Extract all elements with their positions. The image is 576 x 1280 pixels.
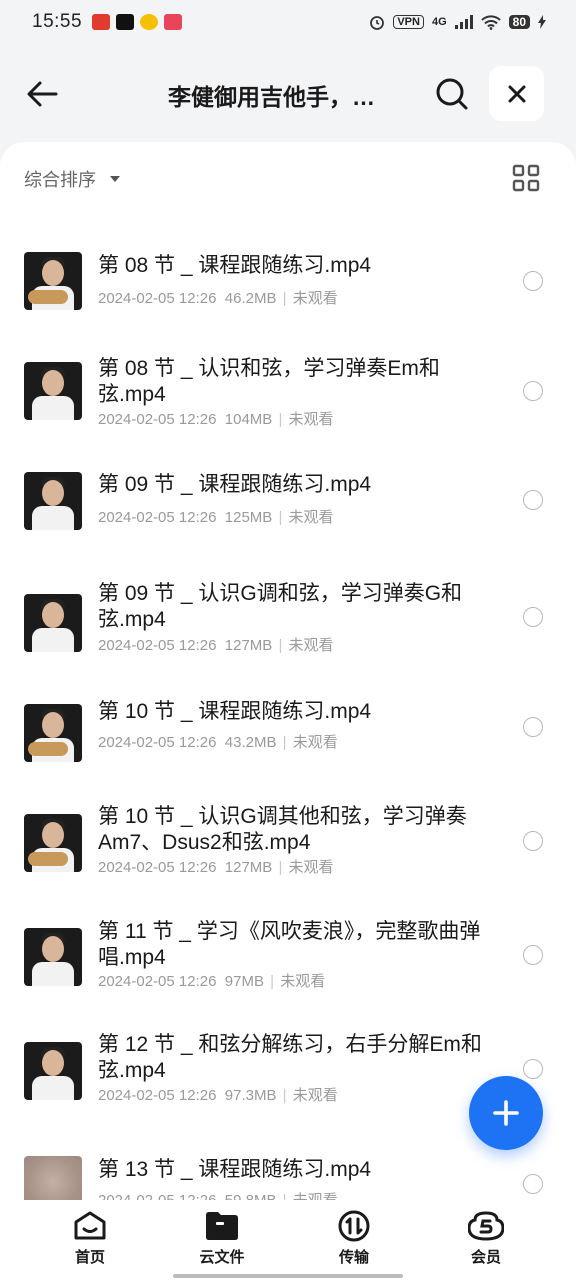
list-item[interactable]: 第 08 节 _ 课程跟随练习.mp4 2024-02-05 12:26 46.…	[0, 236, 576, 350]
grid-view-icon	[512, 164, 540, 192]
select-radio[interactable]	[523, 271, 543, 291]
sort-label: 综合排序	[24, 170, 96, 190]
search-icon	[436, 78, 468, 110]
select-radio[interactable]	[523, 1059, 543, 1079]
arrow-left-icon	[27, 81, 58, 107]
status-bar: 15:55 VPN 4G 80	[0, 0, 576, 44]
home-indicator	[173, 1274, 403, 1278]
signal-icon	[454, 15, 473, 29]
file-meta: 2024-02-05 12:26 127MB | 未观看	[98, 637, 334, 654]
nav-vip-label: 会员	[470, 1249, 501, 1266]
charging-icon	[538, 15, 546, 29]
nav-vip[interactable]: 会员	[446, 1210, 526, 1267]
file-name: 第 10 节 _ 课程跟随练习.mp4	[98, 700, 372, 723]
back-button[interactable]	[22, 74, 62, 114]
header: 李健御用吉他手，…	[0, 60, 576, 126]
nav-cloud-files-label: 云文件	[199, 1249, 245, 1266]
file-name: 第 13 节 _ 课程跟随练习.mp4	[98, 1158, 372, 1181]
list-item[interactable]: 第 09 节 _ 认识G调和弦，学习弹奏G和弦.mp4 2024-02-05 1…	[0, 578, 576, 692]
video-thumbnail	[24, 1042, 82, 1100]
app-notification-icon	[164, 14, 183, 30]
select-radio[interactable]	[523, 717, 543, 737]
alarm-icon	[370, 16, 385, 30]
nav-transfer-label: 传输	[338, 1249, 369, 1266]
battery-level: 80	[508, 15, 530, 29]
video-thumbnail	[24, 594, 82, 652]
network-type: 4G	[431, 16, 447, 28]
file-name: 第 11 节 _ 学习《风吹麦浪》，完整歌曲弹唱.mp4	[98, 920, 481, 969]
nav-transfer[interactable]: 传输	[314, 1210, 394, 1267]
folder-icon	[206, 1212, 238, 1240]
add-button[interactable]	[469, 1076, 543, 1150]
list-item[interactable]: 第 11 节 _ 学习《风吹麦浪》，完整歌曲弹唱.mp4 2024-02-05 …	[0, 920, 576, 1034]
file-meta: 2024-02-05 12:26 127MB | 未观看	[98, 859, 334, 876]
transfer-icon	[338, 1210, 370, 1242]
file-meta: 2024-02-05 12:26 97.3MB | 未观看	[98, 1087, 338, 1104]
video-thumbnail	[24, 814, 82, 872]
video-thumbnail	[24, 472, 82, 530]
select-radio[interactable]	[523, 490, 543, 510]
video-thumbnail	[24, 362, 82, 420]
select-radio[interactable]	[523, 1174, 543, 1194]
grid-view-button[interactable]	[512, 164, 540, 192]
file-meta: 2024-02-05 12:26 104MB | 未观看	[98, 411, 334, 428]
list-item[interactable]: 第 09 节 _ 课程跟随练习.mp4 2024-02-05 12:26 125…	[0, 464, 576, 578]
wifi-icon	[480, 14, 501, 30]
file-name: 第 09 节 _ 认识G调和弦，学习弹奏G和弦.mp4	[98, 582, 463, 631]
file-meta: 2024-02-05 12:26 43.2MB | 未观看	[98, 734, 338, 751]
file-meta: 2024-02-05 12:26 97MB | 未观看	[98, 973, 326, 990]
select-radio[interactable]	[523, 831, 543, 851]
nav-cloud-files[interactable]: 云文件	[182, 1210, 262, 1267]
close-button[interactable]	[489, 66, 544, 121]
plus-icon	[493, 1100, 519, 1126]
toutiao-app-icon	[92, 14, 111, 30]
file-name: 第 08 节 _ 认识和弦，学习弹奏Em和弦.mp4	[98, 357, 440, 406]
list-item[interactable]: 第 10 节 _ 认识G调其他和弦，学习弹奏Am7、Dsus2和弦.mp4 20…	[0, 805, 576, 920]
page-title: 李健御用吉他手，…	[168, 84, 375, 110]
bottom-nav: 首页 云文件 传输 会员	[0, 1200, 576, 1280]
status-time: 15:55	[32, 11, 83, 32]
file-meta: 2024-02-05 12:26 46.2MB | 未观看	[98, 290, 338, 307]
select-radio[interactable]	[523, 607, 543, 627]
select-radio[interactable]	[523, 945, 543, 965]
video-thumbnail	[24, 928, 82, 986]
file-name: 第 08 节 _ 课程跟随练习.mp4	[98, 254, 372, 277]
nav-home[interactable]: 首页	[50, 1210, 130, 1267]
weibo-app-icon	[140, 14, 159, 30]
vpn-badge: VPN	[393, 15, 424, 29]
caret-down-icon	[110, 176, 120, 182]
close-icon	[508, 85, 525, 102]
search-button[interactable]	[432, 74, 472, 114]
file-name: 第 12 节 _ 和弦分解练习，右手分解Em和弦.mp4	[98, 1033, 482, 1082]
list-item[interactable]: 第 08 节 _ 认识和弦，学习弹奏Em和弦.mp4 2024-02-05 12…	[0, 350, 576, 464]
file-name: 第 09 节 _ 课程跟随练习.mp4	[98, 473, 372, 496]
list-item[interactable]: 第 10 节 _ 课程跟随练习.mp4 2024-02-05 12:26 43.…	[0, 692, 576, 806]
video-thumbnail	[24, 252, 82, 310]
select-radio[interactable]	[523, 381, 543, 401]
vip-icon	[468, 1211, 504, 1241]
sort-dropdown[interactable]: 综合排序	[24, 166, 120, 192]
home-icon	[74, 1211, 106, 1240]
file-name: 第 10 节 _ 认识G调其他和弦，学习弹奏Am7、Dsus2和弦.mp4	[98, 805, 467, 854]
video-thumbnail	[24, 704, 82, 762]
tiktok-app-icon	[116, 14, 135, 30]
nav-home-label: 首页	[74, 1249, 105, 1266]
file-meta: 2024-02-05 12:26 125MB | 未观看	[98, 509, 334, 526]
